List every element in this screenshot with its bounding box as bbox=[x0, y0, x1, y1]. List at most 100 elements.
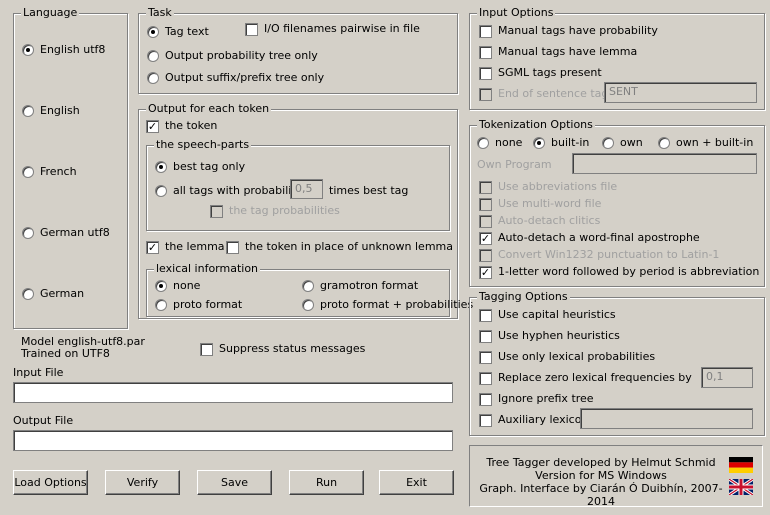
output-file-field[interactable] bbox=[13, 430, 453, 451]
task-suffix-prefix-tree[interactable]: Output suffix/prefix tree only bbox=[147, 71, 324, 85]
one-letter-abbrev-checkbox[interactable]: ✓ 1-letter word followed by period is abb… bbox=[479, 265, 759, 279]
load-options-button[interactable]: Load Options bbox=[13, 470, 88, 495]
radio-icon[interactable] bbox=[22, 166, 34, 178]
radio-icon[interactable] bbox=[155, 280, 167, 292]
lexical-only-checkbox[interactable]: Use only lexical probabilities bbox=[479, 350, 655, 364]
language-english[interactable]: English bbox=[22, 104, 80, 118]
own-program-input[interactable] bbox=[572, 153, 757, 174]
language-german[interactable]: German bbox=[22, 287, 84, 301]
end-sentence-input[interactable]: SENT bbox=[604, 82, 757, 103]
radio-icon[interactable] bbox=[155, 161, 167, 173]
manual-prob-checkbox[interactable]: Manual tags have probability bbox=[479, 24, 658, 38]
radio-icon[interactable] bbox=[155, 299, 167, 311]
the-token-checkbox[interactable]: ✓ the token bbox=[146, 119, 217, 133]
best-tag-only-radio[interactable]: best tag only bbox=[155, 160, 245, 174]
language-german-utf8[interactable]: German utf8 bbox=[22, 226, 110, 240]
tag-probabilities-checkbox[interactable]: the tag probabilities bbox=[210, 204, 340, 218]
checkbox-icon[interactable] bbox=[479, 329, 492, 343]
lexical-gramotron-radio[interactable]: gramotron format bbox=[302, 279, 418, 293]
checkbox-icon[interactable] bbox=[479, 248, 492, 262]
aux-lexicon-checkbox[interactable]: Auxiliary lexicon bbox=[479, 413, 588, 427]
lexical-proto-prob-radio[interactable]: proto format + probabilities bbox=[302, 298, 473, 312]
verify-button[interactable]: Verify bbox=[105, 470, 180, 495]
checkbox-icon[interactable] bbox=[479, 45, 492, 59]
replace-zero-checkbox[interactable]: Replace zero lexical frequencies by bbox=[479, 371, 692, 385]
radio-icon[interactable] bbox=[658, 137, 670, 149]
checkbox-icon[interactable] bbox=[226, 240, 239, 254]
radio-icon[interactable] bbox=[147, 50, 159, 62]
capital-heuristics-checkbox[interactable]: Use capital heuristics bbox=[479, 308, 616, 322]
task-io-pairwise[interactable]: I/O filenames pairwise in file bbox=[245, 22, 420, 36]
checkbox-icon[interactable] bbox=[479, 180, 492, 194]
radio-icon[interactable] bbox=[302, 299, 314, 311]
checkbox-icon[interactable] bbox=[479, 24, 492, 38]
checkbox-icon[interactable] bbox=[479, 66, 492, 80]
radio-icon[interactable] bbox=[22, 44, 34, 56]
checkbox-icon[interactable] bbox=[479, 308, 492, 322]
tokenization-none-radio[interactable]: none bbox=[477, 136, 522, 150]
german-flag-icon[interactable] bbox=[729, 457, 753, 473]
radio-icon[interactable] bbox=[22, 288, 34, 300]
the-lemma-checkbox[interactable]: ✓ the lemma bbox=[146, 240, 225, 254]
checkbox-icon[interactable]: ✓ bbox=[146, 119, 159, 133]
checkbox-label: the token in place of unknown lemma bbox=[245, 240, 453, 253]
clitics-checkbox[interactable]: Auto-detach clitics bbox=[479, 214, 600, 228]
radio-icon[interactable] bbox=[302, 280, 314, 292]
hyphen-heuristics-checkbox[interactable]: Use hyphen heuristics bbox=[479, 329, 620, 343]
checkbox-icon[interactable] bbox=[479, 87, 492, 101]
checkbox-icon[interactable] bbox=[200, 342, 213, 356]
win1232-checkbox[interactable]: Convert Win1232 punctuation to Latin-1 bbox=[479, 248, 719, 262]
checkbox-icon[interactable] bbox=[210, 204, 223, 218]
checkbox-icon[interactable] bbox=[479, 197, 492, 211]
radio-icon[interactable] bbox=[22, 227, 34, 239]
radio-icon[interactable] bbox=[155, 185, 167, 197]
language-english-utf8[interactable]: English utf8 bbox=[22, 43, 105, 57]
checkbox-label: the tag probabilities bbox=[229, 204, 340, 217]
tokenization-builtin-radio[interactable]: built-in bbox=[533, 136, 589, 150]
ignore-prefix-checkbox[interactable]: Ignore prefix tree bbox=[479, 392, 594, 406]
checkbox-icon[interactable]: ✓ bbox=[479, 231, 492, 245]
checkbox-icon[interactable] bbox=[479, 350, 492, 364]
lexical-proto-radio[interactable]: proto format bbox=[155, 298, 242, 312]
radio-icon[interactable] bbox=[147, 26, 159, 38]
end-sentence-checkbox[interactable]: End of sentence tag bbox=[479, 87, 608, 101]
abbrev-file-checkbox[interactable]: Use abbreviations file bbox=[479, 180, 617, 194]
language-french[interactable]: French bbox=[22, 165, 77, 179]
apostrophe-checkbox[interactable]: ✓ Auto-detach a word-final apostrophe bbox=[479, 231, 700, 245]
checkbox-icon[interactable] bbox=[245, 22, 258, 36]
run-button[interactable]: Run bbox=[289, 470, 364, 495]
input-file-field[interactable] bbox=[13, 382, 453, 403]
save-button[interactable]: Save bbox=[197, 470, 272, 495]
tokenization-own-radio[interactable]: own bbox=[602, 136, 643, 150]
radio-label: Tag text bbox=[165, 25, 209, 38]
input-file-label: Input File bbox=[13, 366, 63, 380]
multiword-checkbox[interactable]: Use multi-word file bbox=[479, 197, 601, 211]
tokenization-own-builtin-radio[interactable]: own + built-in bbox=[658, 136, 753, 150]
aux-lexicon-input[interactable] bbox=[580, 408, 753, 429]
checkbox-icon[interactable]: ✓ bbox=[479, 265, 492, 279]
probability-threshold-input[interactable]: 0,5 bbox=[290, 179, 323, 199]
token-unknown-lemma-checkbox[interactable]: the token in place of unknown lemma bbox=[226, 240, 453, 254]
model-trained-text: Trained on UTF8 bbox=[21, 347, 110, 360]
task-tag-text[interactable]: Tag text bbox=[147, 25, 209, 39]
radio-icon[interactable] bbox=[602, 137, 614, 149]
uk-flag-icon[interactable] bbox=[729, 479, 753, 495]
manual-lemma-checkbox[interactable]: Manual tags have lemma bbox=[479, 45, 637, 59]
replace-zero-input[interactable]: 0,1 bbox=[701, 367, 753, 388]
checkbox-icon[interactable] bbox=[479, 214, 492, 228]
radio-icon[interactable] bbox=[533, 137, 545, 149]
checkbox-icon[interactable] bbox=[479, 371, 492, 385]
checkbox-label: End of sentence tag bbox=[498, 87, 609, 100]
checkbox-icon[interactable]: ✓ bbox=[146, 240, 159, 254]
radio-icon[interactable] bbox=[22, 105, 34, 117]
checkbox-label: Use only lexical probabilities bbox=[498, 350, 656, 363]
checkbox-icon[interactable] bbox=[479, 392, 492, 406]
radio-icon[interactable] bbox=[147, 72, 159, 84]
task-probability-tree[interactable]: Output probability tree only bbox=[147, 49, 318, 63]
radio-icon[interactable] bbox=[477, 137, 489, 149]
sgml-checkbox[interactable]: SGML tags present bbox=[479, 66, 602, 80]
suppress-status-checkbox[interactable]: Suppress status messages bbox=[200, 342, 365, 356]
checkbox-icon[interactable] bbox=[479, 413, 492, 427]
exit-button[interactable]: Exit bbox=[379, 470, 454, 495]
lexical-none-radio[interactable]: none bbox=[155, 279, 200, 293]
